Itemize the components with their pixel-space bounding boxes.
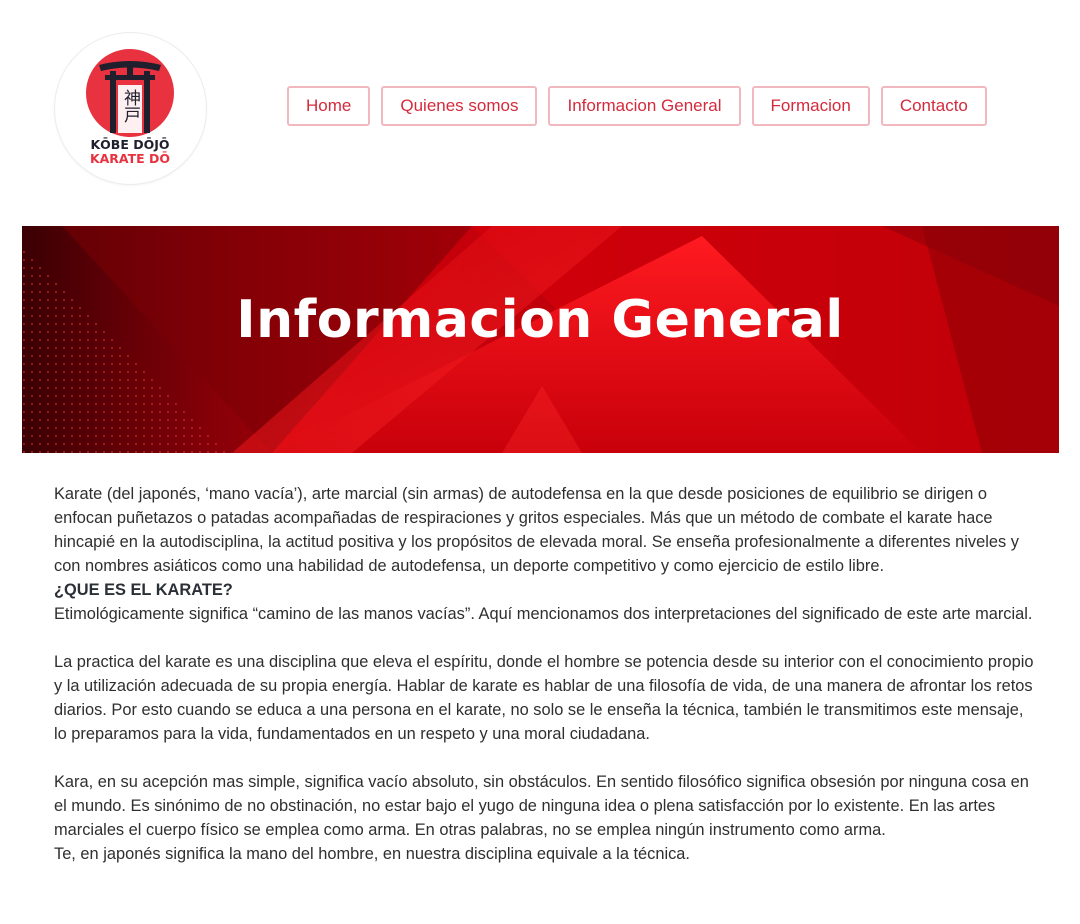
site-header: 神戸 KŌBE DŌJŌ KARATE DŌ Home Quienes somo… [0,0,1080,226]
nav-home-button[interactable]: Home [287,86,371,126]
torii-logo-icon: 神戸 KŌBE DŌJŌ KARATE DŌ [86,49,174,166]
nav-informacion-general-button[interactable]: Informacion General [548,86,741,126]
logo-kanji: 神戸 [120,89,141,123]
section-heading: ¿QUE ES EL KARATE? [54,581,233,599]
logo-line2: KARATE DŌ [90,151,170,166]
practice-paragraph: La practica del karate es una disciplina… [54,653,1034,743]
kara-paragraph: Kara, en su acepción mas simple, signifi… [54,773,1029,839]
page-title: Informacion General [236,290,844,350]
intro-paragraph: Karate (del japonés, ‘mano vacía’), arte… [54,485,1019,575]
dojo-logo[interactable]: 神戸 KŌBE DŌJŌ KARATE DŌ [55,33,206,184]
nav-contacto-button[interactable]: Contacto [880,86,987,126]
te-paragraph: Te, en japonés significa la mano del hom… [54,845,690,863]
etymology-paragraph: Etimológicamente significa “camino de la… [54,605,1033,623]
main-content: Karate (del japonés, ‘mano vacía’), arte… [54,482,1039,866]
logo-line1: KŌBE DŌJŌ [90,137,169,152]
main-nav: Home Quienes somos Informacion General F… [287,86,987,126]
nav-quienes-somos-button[interactable]: Quienes somos [381,86,538,126]
nav-formacion-button[interactable]: Formacion [751,86,870,126]
